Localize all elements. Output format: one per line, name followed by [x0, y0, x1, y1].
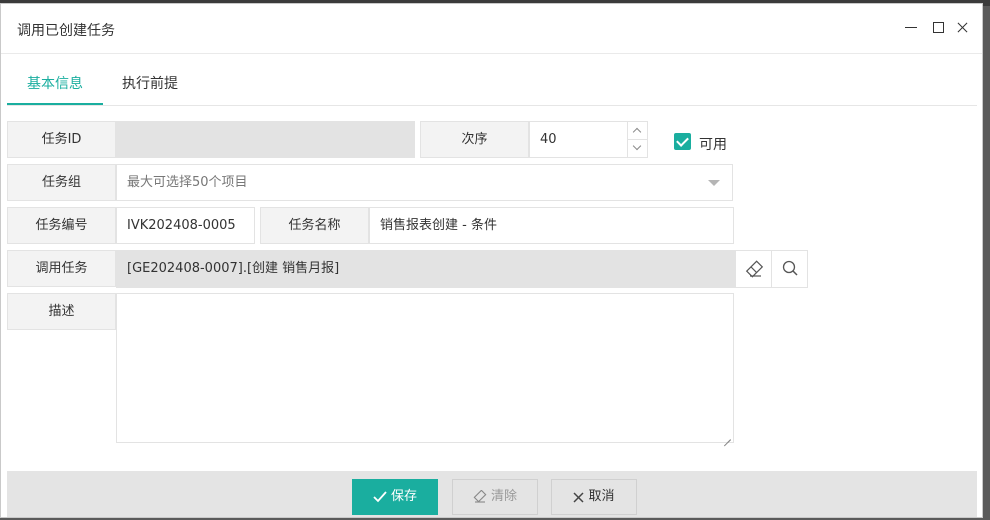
clear-selection-button[interactable] — [735, 250, 772, 288]
order-value: 40 — [540, 132, 557, 147]
close-icon — [573, 491, 585, 503]
tab-preconditions[interactable]: 执行前提 — [102, 54, 198, 104]
clear-label: 清除 — [490, 489, 517, 504]
invoke-task-label: 调用任务 — [7, 250, 116, 287]
task-name-label: 任务名称 — [260, 207, 369, 244]
decrement-icon[interactable] — [628, 140, 647, 157]
tab-basic-info[interactable]: 基本信息 — [7, 54, 103, 105]
invoke-task-dialog: 调用已创建任务 基本信息 执行前提 任务ID 次序 40 可用 任务组 最大可选… — [0, 3, 983, 518]
dialog-titlebar: 调用已创建任务 — [1, 4, 982, 54]
task-id-field[interactable] — [116, 121, 415, 158]
cancel-button[interactable]: 取消 — [551, 479, 637, 515]
increment-icon[interactable] — [628, 122, 647, 140]
description-textarea[interactable] — [116, 293, 734, 443]
search-task-button[interactable] — [771, 250, 808, 288]
chevron-down-icon[interactable] — [708, 180, 720, 186]
order-spinner — [627, 122, 647, 157]
cancel-label: 取消 — [588, 489, 615, 504]
invoke-task-field[interactable]: [GE202408-0007].[创建 销售月报] — [116, 250, 735, 288]
search-icon — [782, 260, 798, 276]
save-label: 保存 — [390, 489, 417, 504]
description-label: 描述 — [7, 293, 116, 330]
enabled-label: 可用 — [699, 137, 727, 153]
order-label: 次序 — [420, 121, 529, 158]
task-group-placeholder: 最大可选择50个项目 — [127, 175, 248, 190]
task-group-label: 任务组 — [7, 164, 116, 201]
eraser-icon — [473, 490, 487, 503]
tab-bar: 基本信息 执行前提 — [7, 54, 977, 106]
task-code-label: 任务编号 — [7, 207, 116, 244]
dialog-footer: 保存 清除 取消 — [7, 471, 977, 517]
eraser-icon — [745, 260, 764, 278]
save-button[interactable]: 保存 — [352, 479, 438, 515]
close-icon[interactable] — [954, 18, 972, 36]
minimize-icon[interactable] — [902, 18, 920, 36]
order-stepper[interactable]: 40 — [529, 121, 648, 158]
task-group-select[interactable]: 最大可选择50个项目 — [116, 164, 733, 201]
task-code-field[interactable]: IVK202408-0005 — [116, 207, 255, 244]
resize-handle-icon[interactable] — [724, 433, 731, 440]
task-name-field[interactable]: 销售报表创建 - 条件 — [369, 207, 734, 244]
check-icon — [373, 491, 387, 503]
task-id-label: 任务ID — [7, 121, 116, 158]
maximize-icon[interactable] — [929, 18, 947, 36]
enabled-checkbox[interactable] — [674, 133, 691, 150]
clear-button[interactable]: 清除 — [452, 479, 538, 515]
dialog-title: 调用已创建任务 — [17, 23, 115, 39]
